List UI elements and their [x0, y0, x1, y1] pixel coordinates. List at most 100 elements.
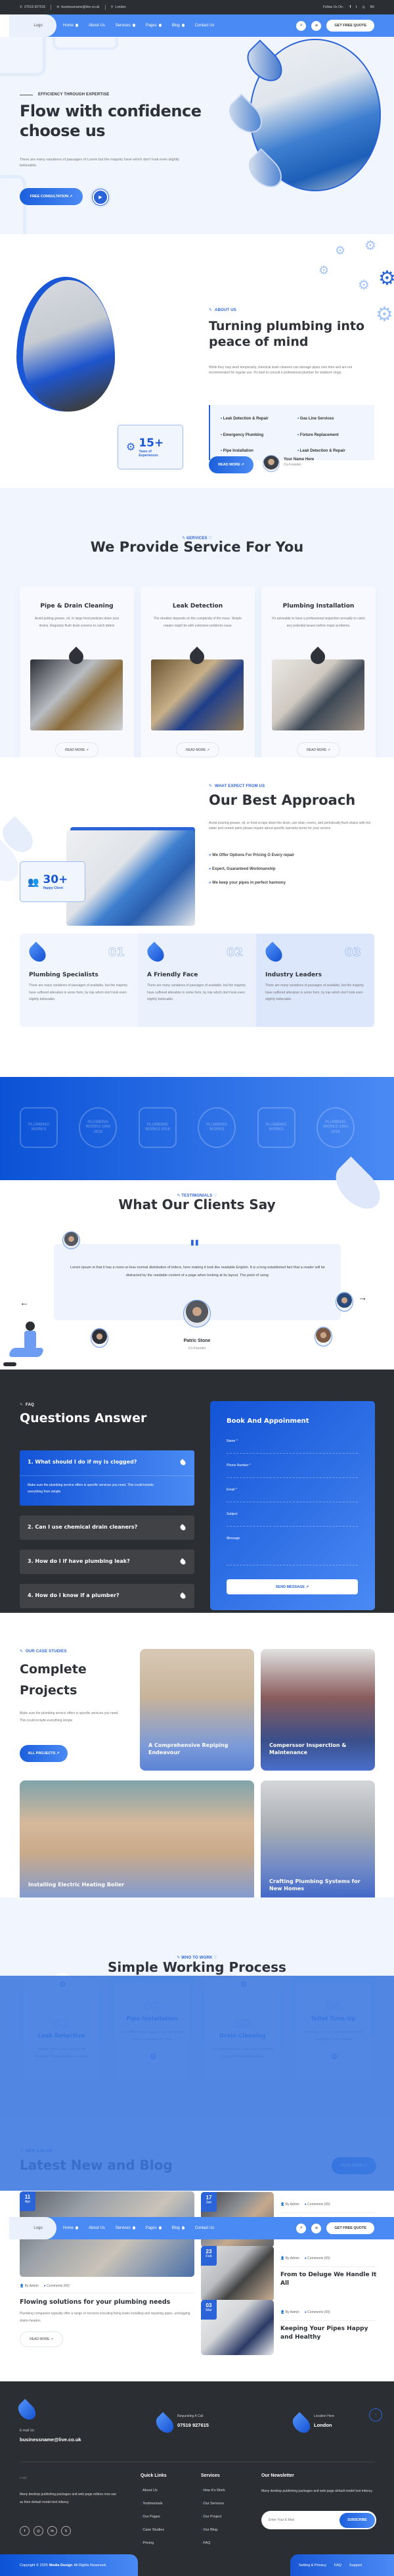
footer-email[interactable]: businessname@live.co.uk — [20, 2437, 81, 2443]
get-quote-button[interactable]: GET FREE QUOTE — [326, 20, 374, 32]
behance-icon[interactable]: Bē — [370, 5, 374, 9]
send-message-button[interactable]: SEND MESSAGE ↗ — [227, 1579, 358, 1594]
service-card: Pipe & Drain Cleaning Avoid putting greas… — [20, 586, 134, 769]
logo[interactable]: Logo — [9, 14, 56, 37]
footer-link[interactable]: › About Us — [141, 2489, 164, 2493]
nav-item-services[interactable]: Services — [116, 2226, 135, 2230]
drop-toggle-icon[interactable] — [179, 1458, 187, 1467]
project-card[interactable]: Crafting Plumbing Systems for New Homes — [261, 1780, 375, 1902]
instagram-icon[interactable]: ◎ — [33, 2526, 43, 2536]
service-title[interactable]: Leak Detection — [141, 603, 255, 609]
nav-item-contact[interactable]: Contact Us — [195, 24, 215, 28]
blog-main-title[interactable]: Flowing solutions for your plumbing need… — [20, 2299, 170, 2306]
faq-item[interactable]: 3. How do I if have plumbing leak? — [20, 1550, 194, 1574]
form-field-input[interactable] — [227, 1470, 358, 1478]
service-title[interactable]: Plumbing Installation — [261, 603, 376, 609]
faq-item[interactable]: 4. How do I know if a plumber? — [20, 1584, 194, 1608]
footer-link[interactable]: › Our Blog — [201, 2528, 225, 2532]
faq-link[interactable]: FAQ — [334, 2564, 341, 2567]
topbar-email[interactable]: businessname@live.co.uk — [61, 5, 99, 9]
client-avatar[interactable] — [336, 1292, 353, 1312]
footer-phone[interactable]: 07519 927615 — [177, 2422, 209, 2428]
drop-toggle-icon[interactable] — [179, 1558, 187, 1566]
linkedin-icon[interactable]: in — [47, 2526, 57, 2536]
x-icon[interactable]: 𝕏 — [61, 2526, 71, 2536]
drop-toggle-icon[interactable] — [179, 1592, 187, 1600]
faq-question[interactable]: 4. How do I know if a plumber? — [28, 1592, 120, 1598]
project-card[interactable]: Installing Electric Heating Boiler — [20, 1780, 254, 1902]
menu-button[interactable]: ≡ — [311, 2223, 322, 2233]
all-projects-button[interactable]: ALL PROJECTS ↗ — [20, 1745, 68, 1762]
newsletter-email-input[interactable] — [269, 2518, 334, 2522]
twitter-icon[interactable]: t — [356, 5, 357, 9]
form-field-input[interactable] — [227, 1494, 358, 1502]
search-button[interactable]: ⌕ — [296, 2223, 307, 2233]
nav-item-about[interactable]: About Us — [89, 24, 105, 28]
faq-question[interactable]: 3. How do I if have plumbing leak? — [28, 1558, 130, 1564]
instagram-icon[interactable]: ◎ — [362, 5, 365, 9]
footer-link[interactable]: › How it's Work — [201, 2489, 225, 2493]
facebook-icon[interactable]: f — [349, 5, 351, 9]
logo[interactable]: Logo — [9, 2217, 56, 2239]
nav-item-about[interactable]: About Us — [89, 2226, 105, 2230]
next-arrow[interactable]: → — [358, 1292, 367, 1302]
project-card[interactable]: Comperssor Insperction & Maintenance — [261, 1649, 375, 1771]
service-title[interactable]: Pipe & Drain Cleaning — [20, 603, 134, 609]
nav-item-contact[interactable]: Contact Us — [195, 2226, 215, 2230]
blog-side-title[interactable]: Keeping Your Pipes Happy and Healthy — [280, 2325, 378, 2342]
nav-item-blog[interactable]: Blog — [172, 23, 185, 28]
blog-side-image[interactable]: 03 Mar — [201, 2300, 274, 2355]
client-avatar[interactable] — [62, 1231, 80, 1249]
footer-link[interactable]: › Our Pages — [141, 2515, 164, 2519]
nav-item-services[interactable]: Services — [116, 23, 135, 28]
free-consultation-button[interactable]: FREE CONSULTATION ↗ — [20, 188, 83, 205]
client-avatar[interactable] — [91, 1328, 108, 1348]
drop-toggle-icon[interactable] — [179, 1523, 187, 1532]
menu-button[interactable]: ≡ — [311, 20, 322, 31]
nav-item-pages[interactable]: Pages — [146, 2226, 162, 2230]
approach-kicker: ✎ WHAT EXPECT FROM US — [209, 784, 265, 789]
search-button[interactable]: ⌕ — [296, 20, 307, 31]
nav-item-pages[interactable]: Pages — [146, 23, 162, 28]
service-read-more-button[interactable]: READ MORE ↗ — [55, 742, 98, 757]
footer-link[interactable]: › FAQ — [201, 2541, 225, 2545]
footer-link[interactable]: › Our Services — [201, 2502, 225, 2506]
service-read-more-button[interactable]: READ MORE ↗ — [176, 742, 219, 757]
blog-post-read-more[interactable]: READ MORE ↗ — [20, 2331, 63, 2347]
chevron-down-icon — [181, 23, 185, 27]
faq-question[interactable]: 2. Can I use chemical drain cleaners? — [28, 1524, 137, 1530]
search-icon: ⌕ — [299, 2226, 303, 2230]
faq-item[interactable]: 1. What should I do if my is clogged? Mak… — [20, 1450, 194, 1506]
footer-link[interactable]: › Case Studies — [141, 2528, 164, 2532]
back-to-top-button[interactable]: ↑ — [369, 2408, 382, 2421]
support-link[interactable]: Support — [349, 2564, 362, 2567]
user-icon: 👤 — [280, 2256, 285, 2260]
service-image — [272, 659, 364, 730]
privacy-link[interactable]: Setting & Privacy — [299, 2564, 326, 2567]
nav-item-home[interactable]: Home — [63, 2226, 79, 2230]
nav-item-home[interactable]: Home — [63, 23, 79, 28]
faq-item[interactable]: 2. Can I use chemical drain cleaners? — [20, 1515, 194, 1540]
about-read-more-button[interactable]: READ MORE ↗ — [209, 456, 253, 473]
play-video-button[interactable]: ▶ — [90, 187, 111, 208]
form-field-input[interactable] — [227, 1446, 358, 1454]
project-card[interactable]: A Comprehensive Repiping Endeavour — [140, 1649, 254, 1771]
facebook-icon[interactable]: f — [20, 2526, 30, 2536]
faq-question[interactable]: 1. What should I do if my is clogged? — [28, 1459, 137, 1465]
footer-logo[interactable]: Logo — [20, 2476, 27, 2480]
blog-side-title[interactable]: From to Deluge We Handle It All — [280, 2271, 378, 2288]
nav-item-blog[interactable]: Blog — [172, 2226, 185, 2230]
topbar-phone[interactable]: 07519 927615 — [24, 5, 45, 9]
footer-link[interactable]: › Our Project — [201, 2515, 225, 2519]
client-avatar[interactable] — [315, 1327, 332, 1347]
prev-arrow[interactable]: ← — [20, 1297, 29, 1308]
subscribe-button[interactable]: SUBSCRIBE — [339, 2512, 375, 2528]
service-read-more-button[interactable]: READ MORE ↗ — [297, 742, 340, 757]
footer-link[interactable]: › Pricing — [141, 2541, 164, 2545]
get-quote-button[interactable]: GET FREE QUOTE — [326, 2222, 374, 2234]
form-field-input[interactable] — [227, 1538, 358, 1565]
location-drop-icon — [289, 2412, 314, 2437]
blog-side-image[interactable]: 23 Feb — [201, 2246, 274, 2301]
footer-link[interactable]: › Testimonials — [141, 2502, 164, 2506]
form-field-input[interactable] — [227, 1519, 358, 1527]
